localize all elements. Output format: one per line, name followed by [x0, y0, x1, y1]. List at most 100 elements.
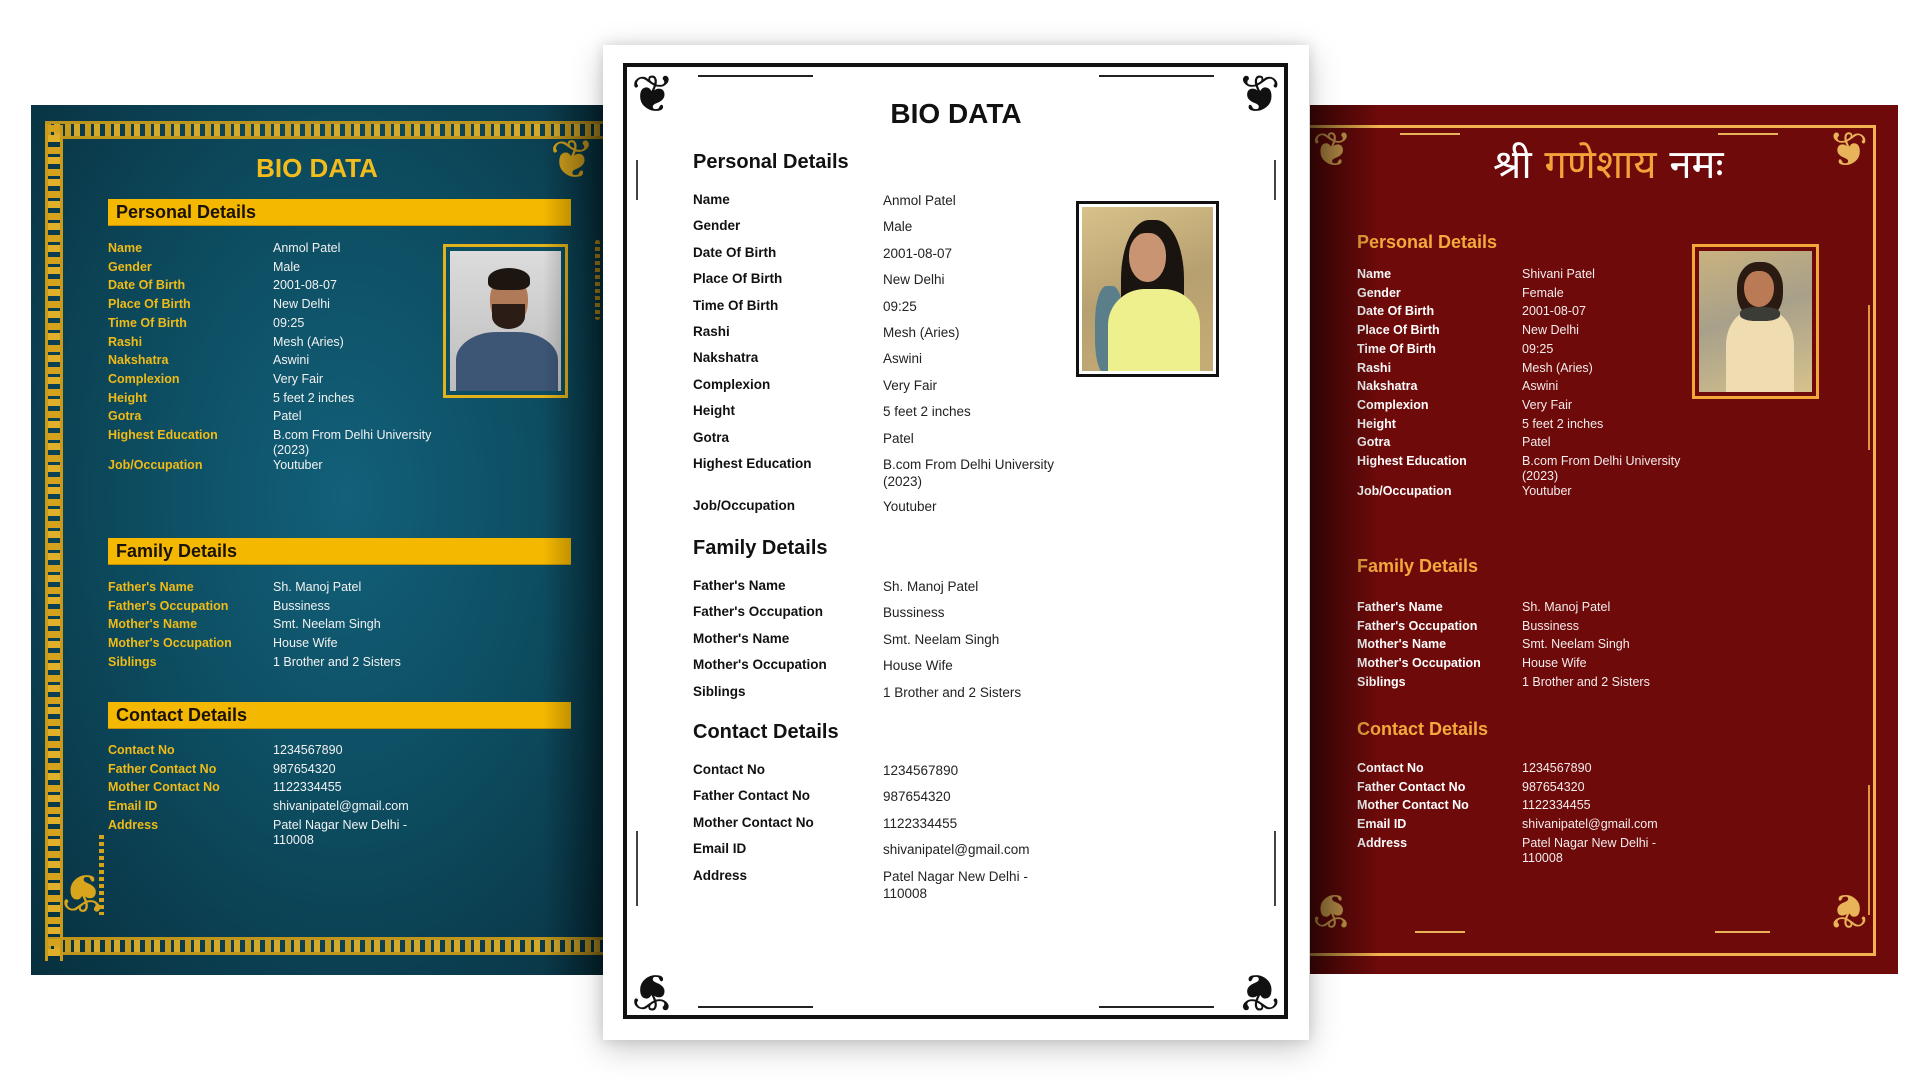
- field-label: Father Contact No: [693, 788, 811, 804]
- field-value: Youtuber: [1522, 483, 1572, 498]
- ornament-line: [1274, 831, 1276, 906]
- dotted-ornament: [99, 835, 104, 915]
- section-heading-contact: Contact Details: [1357, 719, 1489, 739]
- field-label: Complexion: [108, 371, 180, 386]
- field-value: 09:25: [273, 315, 305, 330]
- biodata-template-red[interactable]: ❦ ❦ ❦ ❦ श्री गणेशाय नमः Personal Details…: [1310, 105, 1898, 974]
- corner-flourish-icon: ❦: [1827, 883, 1868, 936]
- field-label: Gotra: [1357, 435, 1391, 450]
- field-value: 09:25: [883, 298, 917, 314]
- field-label: Time Of Birth: [693, 297, 779, 313]
- frame-accent-line: [1868, 305, 1870, 450]
- field-label: Nakshatra: [108, 353, 169, 368]
- field-label: Time Of Birth: [1357, 341, 1436, 356]
- section-heading-personal: Personal Details: [1357, 232, 1498, 252]
- field-value-continued: (2023): [883, 474, 923, 489]
- profile-photo: [443, 244, 568, 398]
- ornament-rule: [1099, 1006, 1214, 1008]
- frame-accent-line: [1868, 785, 1870, 915]
- field-value: Smt. Neelam Singh: [1522, 637, 1630, 652]
- field-value: House Wife: [883, 658, 953, 674]
- field-label: Mother Contact No: [1357, 798, 1469, 813]
- field-label: Father's Name: [693, 578, 786, 593]
- field-label: Email ID: [1357, 817, 1407, 832]
- document-title: BIO DATA: [256, 153, 378, 183]
- field-value: Male: [883, 219, 913, 235]
- corner-flourish-icon: ❦: [1237, 962, 1281, 1020]
- field-value: Male: [273, 259, 301, 274]
- field-label: Date Of Birth: [1357, 304, 1435, 319]
- ornamental-border-bottom: [45, 937, 603, 955]
- field-value: 1234567890: [273, 743, 343, 757]
- field-label: Mother's Name: [1357, 637, 1447, 652]
- field-label: Father's Name: [108, 580, 194, 594]
- field-value: 5 feet 2 inches: [273, 390, 355, 405]
- ornament-rule: [1718, 133, 1778, 135]
- field-value: Patel: [273, 409, 302, 424]
- field-label: Job/Occupation: [693, 498, 796, 514]
- corner-flourish-icon: ❦: [549, 130, 595, 190]
- field-label: Complexion: [693, 376, 771, 392]
- field-label: Email ID: [693, 841, 747, 857]
- ornament-rule: [698, 1006, 813, 1008]
- field-value: 1122334455: [273, 780, 342, 795]
- section-bar-personal: Personal Details: [108, 199, 571, 225]
- field-value: 2001-08-07: [1522, 304, 1586, 319]
- ornament-rule: [1415, 931, 1465, 933]
- female-portrait-image: [1699, 251, 1812, 392]
- field-label: Gender: [1357, 285, 1401, 300]
- field-label: Gender: [108, 259, 152, 274]
- field-label: Rashi: [693, 324, 730, 339]
- field-value: Aswini: [1522, 379, 1559, 394]
- field-label: Job/Occupation: [1357, 483, 1452, 498]
- field-value: Youtuber: [273, 457, 323, 472]
- field-value: 1122334455: [883, 815, 958, 831]
- field-value: Bussiness: [883, 605, 945, 621]
- field-value: House Wife: [1522, 656, 1587, 671]
- field-label: Date Of Birth: [108, 278, 186, 293]
- field-value: 5 feet 2 inches: [1522, 416, 1604, 431]
- corner-flourish-icon: ❦: [1312, 883, 1353, 936]
- section-heading-personal: Personal Details: [693, 151, 849, 173]
- field-label: Contact No: [1357, 761, 1424, 775]
- field-value: Bussiness: [273, 598, 330, 613]
- field-label: Siblings: [108, 654, 157, 669]
- field-label: Nakshatra: [693, 350, 759, 366]
- field-label: Mother Contact No: [108, 780, 220, 795]
- field-label: Height: [693, 403, 735, 419]
- field-label: Father's Name: [1357, 600, 1443, 614]
- ornament-line: [636, 831, 638, 906]
- field-value: Smt. Neelam Singh: [883, 631, 1000, 647]
- biodata-template-teal[interactable]: ❦ ❦ BIO DATA Personal Details Family Det…: [31, 105, 603, 975]
- section-bar-contact: Contact Details: [108, 702, 571, 728]
- ornamental-border-top: [45, 121, 603, 139]
- field-label: Mother's Occupation: [1357, 656, 1481, 671]
- field-label: Email ID: [108, 799, 158, 814]
- title-part-ganeshay: गणेशाय: [1544, 142, 1657, 188]
- field-label: Mother's Name: [693, 630, 790, 646]
- field-value: Sh. Manoj Patel: [1522, 600, 1611, 614]
- field-value: Very Fair: [883, 377, 938, 393]
- field-value: shivanipatel@gmail.com: [273, 799, 409, 814]
- ornament-line: [1274, 160, 1276, 200]
- ornament-rule: [1400, 133, 1460, 135]
- field-value: 987654320: [1522, 779, 1585, 794]
- field-label: Place Of Birth: [1357, 323, 1440, 338]
- field-label: Mother's Occupation: [108, 636, 232, 651]
- field-value: Anmol Patel: [273, 241, 341, 255]
- field-label: Siblings: [693, 683, 746, 699]
- corner-flourish-icon: ❦: [1827, 124, 1868, 177]
- field-value-continued: 110008: [1522, 850, 1563, 865]
- field-label: Name: [1357, 267, 1392, 281]
- title-part-shri: श्री: [1493, 142, 1532, 188]
- field-value: 09:25: [1522, 341, 1554, 356]
- field-value: Very Fair: [1522, 397, 1573, 412]
- field-value: 1122334455: [1522, 798, 1591, 813]
- field-label: Gotra: [693, 429, 730, 445]
- field-value: Patel: [883, 430, 914, 446]
- field-value: 1234567890: [1522, 761, 1592, 775]
- field-value-continued: 110008: [883, 885, 928, 901]
- field-label: Place Of Birth: [108, 297, 191, 312]
- field-label: Siblings: [1357, 674, 1406, 689]
- biodata-template-white[interactable]: ❦ ❦ ❦ ❦ BIO DATA Personal Details Family…: [603, 45, 1309, 1040]
